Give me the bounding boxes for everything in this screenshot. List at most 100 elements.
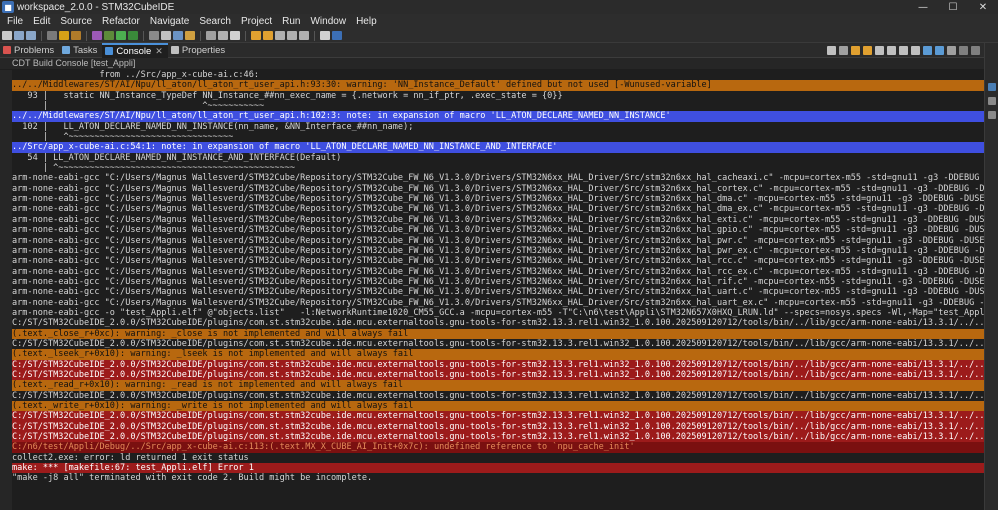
cube-perspective-icon[interactable] xyxy=(332,31,342,40)
console-icon xyxy=(105,47,114,55)
new-icon[interactable] xyxy=(2,31,12,40)
debug-icon[interactable] xyxy=(104,31,114,40)
toolbar-separator xyxy=(314,30,315,41)
new-class-icon[interactable] xyxy=(173,31,183,40)
problems-icon xyxy=(3,46,11,54)
scroll-lock-icon[interactable] xyxy=(875,46,884,55)
console-line: arm-none-eabi-gcc "C:/Users/Magnus Walle… xyxy=(12,204,984,215)
console-line: C:/ST/STM32CubeIDE_2.0.0/STM32CubeIDE/pl… xyxy=(12,390,984,401)
external-tools-icon[interactable] xyxy=(149,31,159,40)
tab-problems[interactable]: Problems xyxy=(0,43,59,58)
console-line: (.text._lseek_r+0x10): warning: _lseek i… xyxy=(12,349,984,360)
device-config-icon[interactable] xyxy=(92,31,102,40)
toolbar-separator xyxy=(143,30,144,41)
side-trim xyxy=(984,43,998,510)
menu-help[interactable]: Help xyxy=(351,16,382,27)
console-line: | ^~~~~~~~~~~~~~~~~~~~~~~~~~~~~~~~~ xyxy=(12,132,234,143)
open-console-icon[interactable] xyxy=(935,46,944,55)
title-bar: ■ workspace_2.0.0 - STM32CubeIDE — ☐ ✕ xyxy=(0,0,998,14)
console-line: arm-none-eabi-gcc "C:/Users/Magnus Walle… xyxy=(12,276,984,287)
console-line: arm-none-eabi-gcc "C:/Users/Magnus Walle… xyxy=(12,297,984,308)
console-line: (.text._write_r+0x10): warning: _write i… xyxy=(12,401,984,412)
console-line: arm-none-eabi-gcc "C:/Users/Magnus Walle… xyxy=(12,235,984,246)
console-line: arm-none-eabi-gcc "C:/Users/Magnus Walle… xyxy=(12,225,984,236)
menu-navigate[interactable]: Navigate xyxy=(145,16,194,27)
menu-project[interactable]: Project xyxy=(236,16,277,27)
menu-file[interactable]: File xyxy=(2,16,28,27)
console-line: 54 | LL_ATON_DECLARE_NAMED_NN_INSTANCE_A… xyxy=(12,152,342,163)
menu-refactor[interactable]: Refactor xyxy=(97,16,145,27)
console-line: C:/ST/STM32CubeIDE_2.0.0/STM32CubeIDE/pl… xyxy=(12,369,984,381)
save-icon[interactable] xyxy=(14,31,24,40)
static-stack-icon[interactable] xyxy=(987,111,996,119)
save-all-icon[interactable] xyxy=(26,31,36,40)
tab-console[interactable]: Console ✕ xyxy=(102,42,168,58)
console-line: 102 | LL_ATON_DECLARE_NAMED_NN_INSTANCE(… xyxy=(12,121,414,132)
tab-properties[interactable]: Properties xyxy=(168,43,230,58)
prev-edit-icon[interactable] xyxy=(251,31,261,40)
search-icon[interactable] xyxy=(206,31,216,40)
maximize-view-icon[interactable] xyxy=(971,46,980,55)
open-folder-icon[interactable] xyxy=(185,31,195,40)
minimize-view-icon[interactable] xyxy=(959,46,968,55)
close-tab-icon[interactable]: ✕ xyxy=(155,46,163,57)
copy-icon[interactable] xyxy=(911,46,920,55)
view-menu-icon[interactable] xyxy=(947,46,956,55)
run-icon[interactable] xyxy=(116,31,126,40)
console-line: C:/ST/STM32CubeIDE_2.0.0/STM32CubeIDE/pl… xyxy=(12,411,984,422)
tab-tasks[interactable]: Tasks xyxy=(59,43,102,58)
back-icon[interactable] xyxy=(275,31,285,40)
console-line: collect2.exe: error: ld returned 1 exit … xyxy=(12,452,249,463)
console-line: C:/ST/STM32CubeIDE_2.0.0/STM32CubeIDE/pl… xyxy=(12,432,984,443)
tab-label: Problems xyxy=(14,44,55,56)
run-config-icon[interactable] xyxy=(128,31,138,40)
console-line: arm-none-eabi-gcc -o "test_Appli.elf" @"… xyxy=(12,307,984,318)
menu-bar: File Edit Source Refactor Navigate Searc… xyxy=(0,14,998,29)
console-line: "make -j8 all" terminated with exit code… xyxy=(12,473,373,484)
forward-icon[interactable] xyxy=(287,31,297,40)
console-line: | ^~~~~~~~~~~~ xyxy=(12,101,265,112)
console-line: from ../Src/app_x-cube-ai.c:46: xyxy=(12,70,259,80)
display-console-icon[interactable] xyxy=(923,46,932,55)
console-line: ../../Middlewares/ST/AI/Npu/ll_aton/ll_a… xyxy=(12,111,984,122)
window-title: workspace_2.0.0 - STM32CubeIDE xyxy=(17,1,175,13)
console-output[interactable]: from ../Src/app_x-cube-ai.c:46: ../../Mid… xyxy=(12,70,984,510)
build-config-icon[interactable] xyxy=(71,31,81,40)
build-analyzer-icon[interactable] xyxy=(987,97,996,105)
build-icon[interactable] xyxy=(59,31,69,40)
close-icon[interactable]: ✕ xyxy=(968,0,998,14)
stop-icon[interactable] xyxy=(827,46,836,55)
console-line: C:/ST/STM32CubeIDE_2.0.0/STM32CubeIDE/pl… xyxy=(12,338,984,349)
toolbar-separator xyxy=(245,30,246,41)
perspective-icon[interactable] xyxy=(320,31,330,40)
console-title: CDT Build Console [test_Appli] xyxy=(0,58,984,69)
console-line: arm-none-eabi-gcc "C:/Users/Magnus Walle… xyxy=(12,256,984,267)
clear-console-icon[interactable] xyxy=(839,46,848,55)
pin-console-icon[interactable] xyxy=(899,46,908,55)
word-wrap-icon[interactable] xyxy=(887,46,896,55)
menu-run[interactable]: Run xyxy=(277,16,305,27)
annotation-icon[interactable] xyxy=(218,31,228,40)
minimize-icon[interactable]: — xyxy=(908,0,938,14)
menu-window[interactable]: Window xyxy=(305,16,351,27)
menu-edit[interactable]: Edit xyxy=(28,16,55,27)
console-line: C:/n6/test/Appli/Debug/../Src/app_x-cube… xyxy=(12,442,984,453)
print-icon[interactable] xyxy=(47,31,57,40)
view-tab-bar: Problems Tasks Console ✕ Properties xyxy=(0,42,984,58)
console-line: | ^~~~~~~~~~~~~~~~~~~~~~~~~~~~~~~~~~~~~~… xyxy=(12,163,296,174)
open-type-icon[interactable] xyxy=(161,31,171,40)
pin-icon[interactable] xyxy=(230,31,240,40)
prev-problem-icon[interactable] xyxy=(851,46,860,55)
console-line: 93 | static NN_Instance_TypeDef NN_Insta… xyxy=(12,90,563,101)
console-line: (.text._read_r+0x10): warning: _read is … xyxy=(12,380,984,391)
next-edit-icon[interactable] xyxy=(263,31,273,40)
maximize-icon[interactable]: ☐ xyxy=(938,0,968,14)
menu-source[interactable]: Source xyxy=(55,16,97,27)
next-problem-icon[interactable] xyxy=(863,46,872,55)
menu-search[interactable]: Search xyxy=(194,16,236,27)
toolbar-separator xyxy=(41,30,42,41)
console-line: ../Src/app_x-cube-ai.c:54:1: note: in ex… xyxy=(12,142,984,153)
outline-icon[interactable] xyxy=(987,83,996,91)
console-line: arm-none-eabi-gcc "C:/Users/Magnus Walle… xyxy=(12,173,980,184)
last-edit-icon[interactable] xyxy=(299,31,309,40)
